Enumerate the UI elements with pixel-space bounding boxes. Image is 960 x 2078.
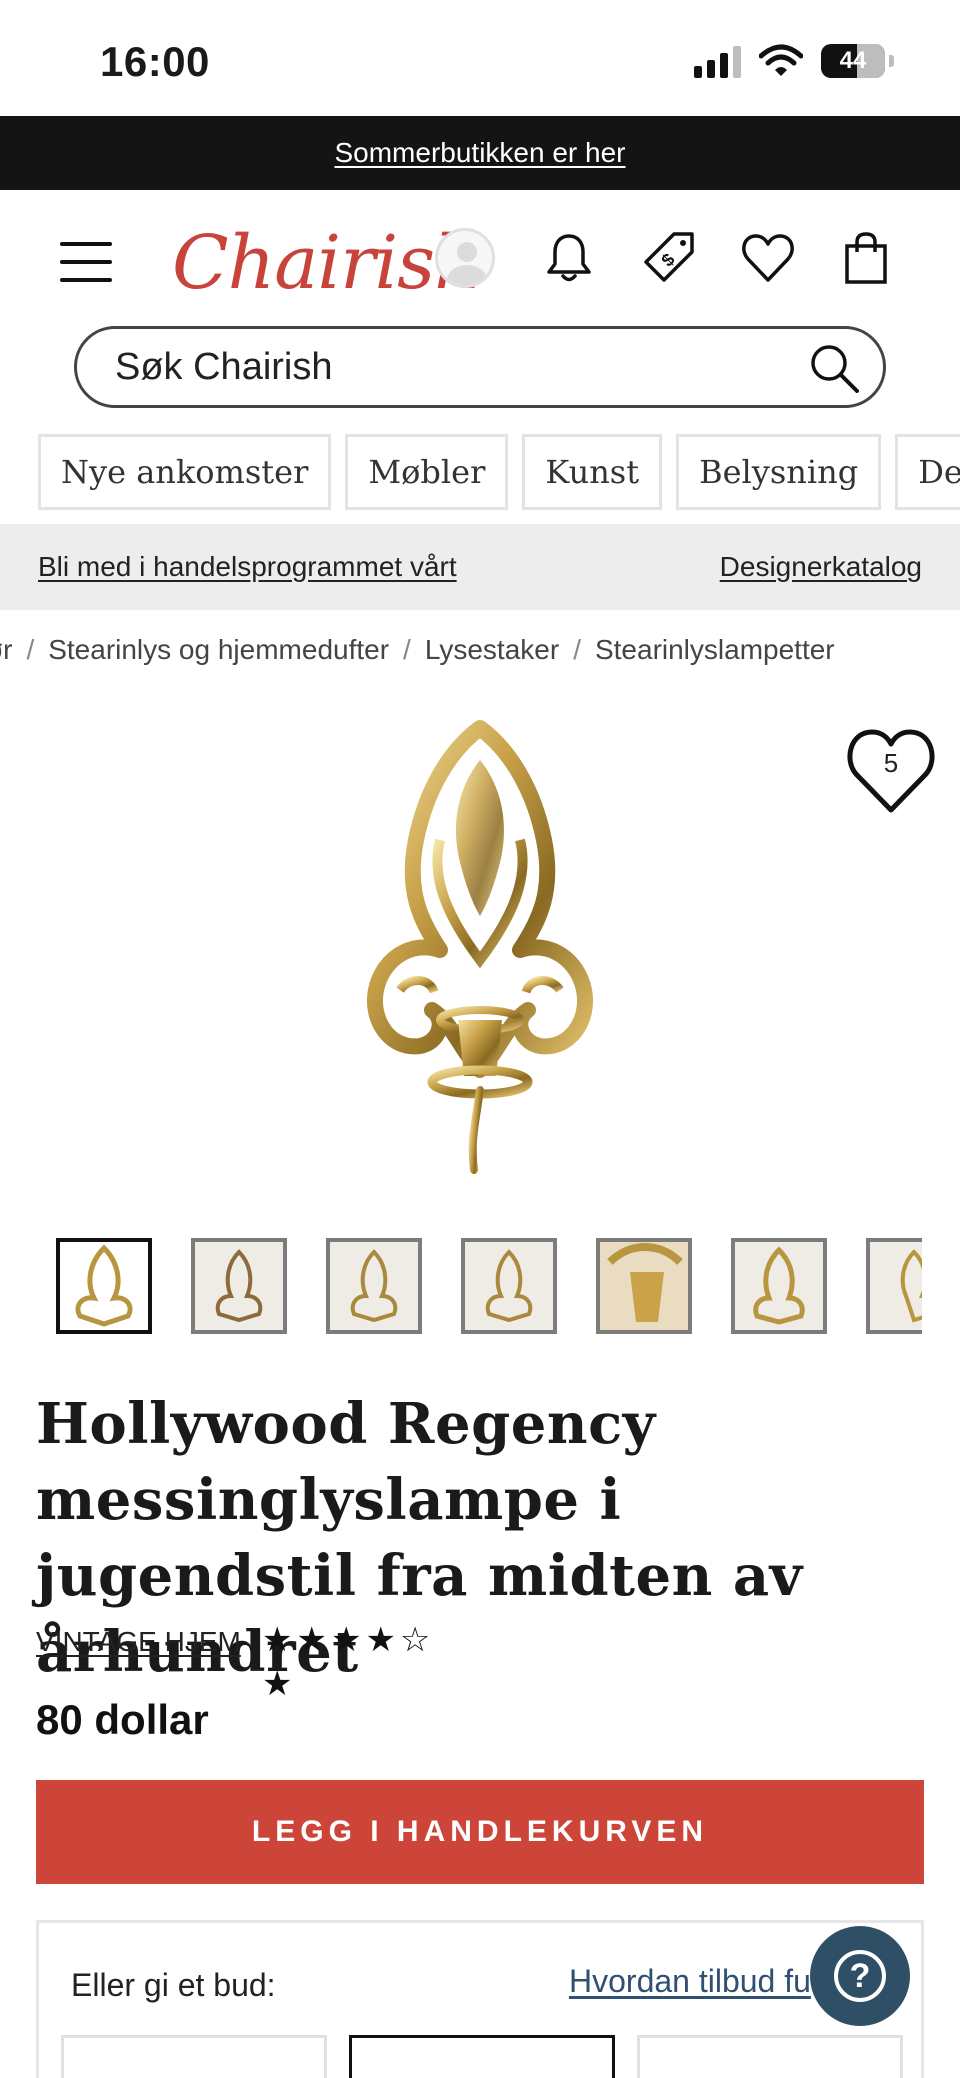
product-image[interactable] xyxy=(330,720,630,1180)
offer-label: Eller gi et bud: xyxy=(71,1967,276,2003)
trade-program-link[interactable]: Bli med i handelsprogrammet vårt xyxy=(38,524,457,610)
category-chip-art[interactable]: Kunst xyxy=(522,434,663,510)
rating-stars: ★★★★☆ ★ xyxy=(262,1621,435,1703)
promo-link[interactable]: Sommerbutikken er her xyxy=(334,137,625,168)
breadcrumb-item[interactable]: Stearinlyslampetter xyxy=(595,634,835,665)
favorite-count: 5 xyxy=(883,748,899,778)
price-tag-icon[interactable]: $ xyxy=(640,230,696,286)
status-time: 16:00 xyxy=(100,38,210,85)
battery-level: 44 xyxy=(839,47,867,74)
menu-icon[interactable] xyxy=(60,242,112,282)
site-header: Chairish $ xyxy=(0,190,960,320)
category-nav: Nye ankomsterMøblerKunstBelysningDeko xyxy=(38,434,960,510)
thumbnail[interactable] xyxy=(731,1238,827,1334)
battery-icon: 44 xyxy=(821,44,885,78)
thumbnail[interactable] xyxy=(326,1238,422,1334)
cellular-signal-icon xyxy=(694,44,741,78)
seller-link[interactable]: VINTAGE HJEM xyxy=(36,1626,241,1658)
promo-bar: Sommerbutikken er her xyxy=(0,116,960,190)
favorite-button[interactable]: 5 xyxy=(844,726,938,816)
status-icons: 44 xyxy=(694,44,894,78)
category-chip-new-arrivals[interactable]: Nye ankomster xyxy=(38,434,332,510)
breadcrumb: ør/Stearinlys og hjemmedufter/Lysestaker… xyxy=(0,634,835,666)
seller-rating[interactable]: ★★★★☆ ★ xyxy=(262,1618,462,1706)
offer-option[interactable] xyxy=(637,2035,903,2078)
add-to-cart-button[interactable]: LEGG I HANDLEKURVEN xyxy=(36,1780,924,1884)
thumbnail[interactable] xyxy=(56,1238,152,1334)
product-price: 80 dollar xyxy=(36,1696,209,1743)
how-offers-work-link[interactable]: Hvordan tilbud fu xyxy=(569,1963,811,2000)
battery-tip xyxy=(889,55,894,67)
bell-icon[interactable] xyxy=(541,230,597,286)
wifi-icon xyxy=(759,44,803,76)
offer-option[interactable] xyxy=(61,2035,327,2078)
category-chip-decor[interactable]: Deko xyxy=(895,434,960,510)
thumbnail[interactable] xyxy=(866,1238,922,1334)
help-button[interactable]: ? xyxy=(810,1926,910,2026)
search-input[interactable] xyxy=(115,339,795,395)
thumbnail[interactable] xyxy=(461,1238,557,1334)
offer-option[interactable] xyxy=(349,2035,615,2078)
help-icon: ? xyxy=(834,1950,886,2002)
status-bar: 16:00 44 xyxy=(0,0,960,116)
thumbnail-strip xyxy=(56,1238,922,1336)
account-avatar-icon[interactable] xyxy=(435,228,495,288)
search-bar xyxy=(74,326,886,408)
search-icon[interactable] xyxy=(807,341,863,397)
thumbnail[interactable] xyxy=(191,1238,287,1334)
category-chip-furniture[interactable]: Møbler xyxy=(345,434,509,510)
trade-bar: Bli med i handelsprogrammet vårt Designe… xyxy=(0,524,960,610)
heart-icon[interactable] xyxy=(740,230,796,286)
breadcrumb-item[interactable]: Stearinlys og hjemmedufter xyxy=(48,634,389,665)
breadcrumb-item[interactable]: Lysestaker xyxy=(425,634,559,665)
thumbnail[interactable] xyxy=(596,1238,692,1334)
designer-directory-link[interactable]: Designerkatalog xyxy=(720,524,922,610)
category-chip-lighting[interactable]: Belysning xyxy=(676,434,882,510)
shopping-bag-icon[interactable] xyxy=(838,230,894,286)
offer-box: Eller gi et bud: Hvordan tilbud fu xyxy=(36,1920,924,2078)
breadcrumb-item[interactable]: ør xyxy=(0,634,12,665)
